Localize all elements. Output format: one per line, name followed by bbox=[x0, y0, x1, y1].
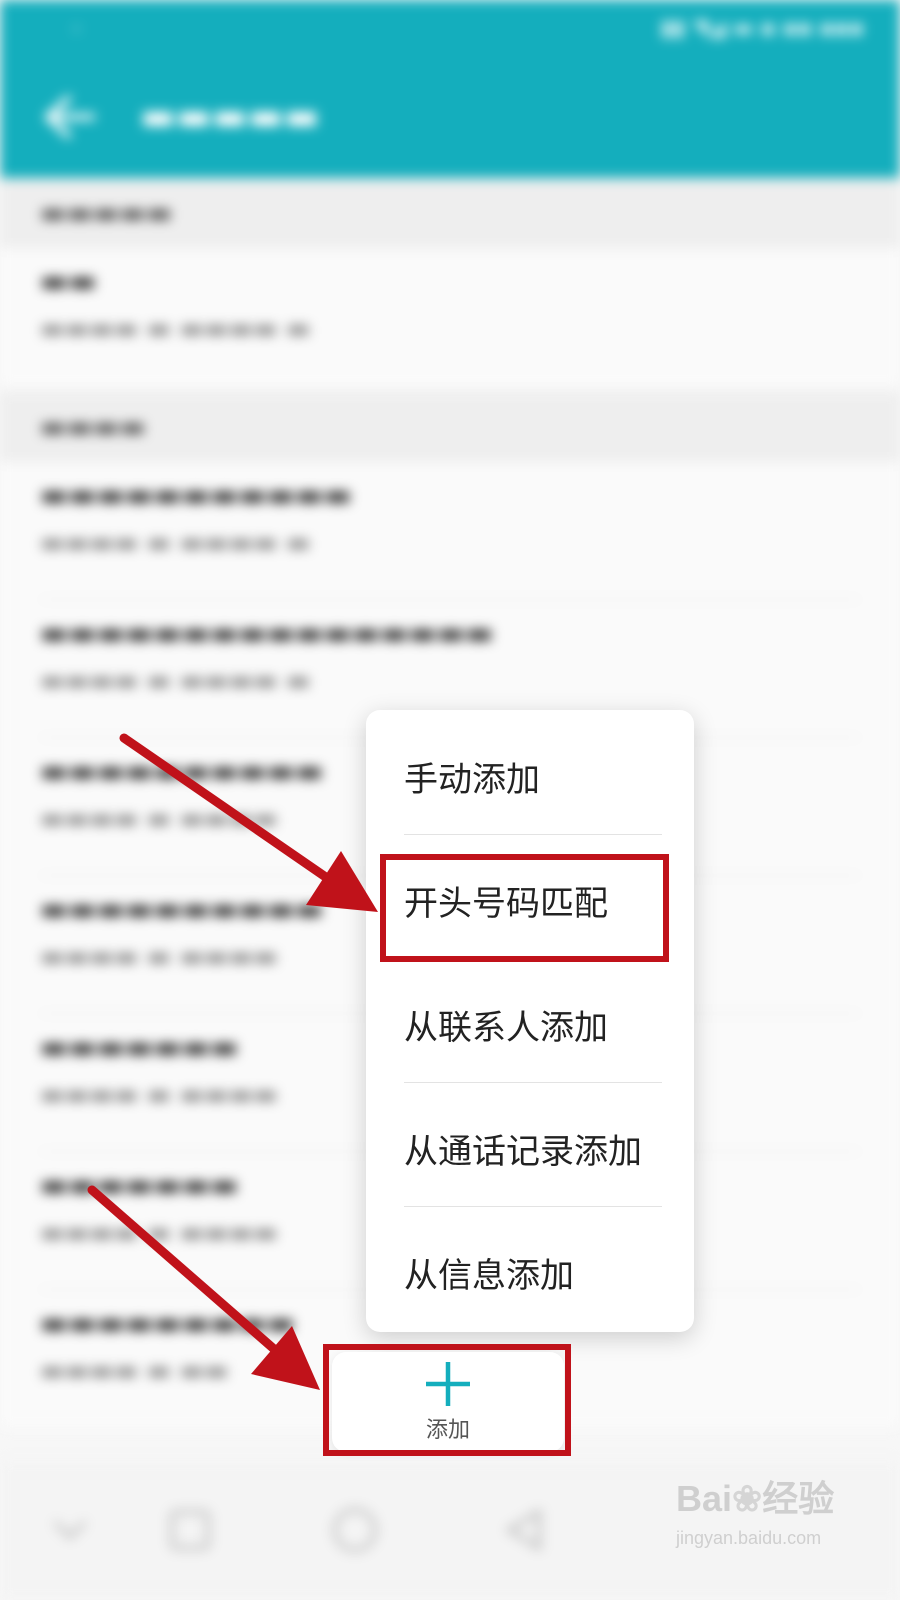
menu-item-label: 从信息添加 bbox=[404, 1256, 574, 1296]
menu-item-manual-add[interactable]: 手动添加 bbox=[404, 710, 664, 834]
hide-nav-chevron-icon[interactable] bbox=[40, 1500, 100, 1560]
menu-item-label: 从通话记录添加 bbox=[404, 1132, 642, 1172]
section-header: ▬▬▬▬ bbox=[0, 392, 900, 462]
menu-item-label: 手动添加 bbox=[404, 760, 540, 800]
menu-item-from-messages[interactable]: 从信息添加 bbox=[404, 1206, 664, 1330]
status-left-icons: ◦ bbox=[70, 18, 83, 43]
status-bar: ◦ ▮▮ ◥◢ ▬ ▪ ▪▪ ▪▪▪ bbox=[0, 0, 900, 60]
page-title: ▬▬▬▬▬ bbox=[140, 94, 320, 138]
highlight-box-add-button bbox=[323, 1344, 571, 1456]
watermark-url: jingyan.baidu.com bbox=[676, 1528, 822, 1548]
home-icon[interactable] bbox=[325, 1500, 385, 1560]
section-header: ▬▬▬▬▬ bbox=[0, 178, 900, 248]
menu-item-from-call-log[interactable]: 从通话记录添加 bbox=[404, 1082, 664, 1206]
back-arrow-icon[interactable] bbox=[40, 92, 100, 142]
watermark-logo: Bai❀经验 bbox=[676, 1478, 835, 1519]
baidu-jingyan-watermark: Bai❀经验 jingyan.baidu.com bbox=[676, 1470, 876, 1570]
menu-item-from-contacts[interactable]: 从联系人添加 bbox=[404, 958, 664, 1082]
menu-item-label: 从联系人添加 bbox=[404, 1008, 608, 1048]
app-bar: ◦ ▮▮ ◥◢ ▬ ▪ ▪▪ ▪▪▪ ▬▬▬▬▬ bbox=[0, 0, 900, 178]
list-item[interactable]: ▬▬ ▬▬▬▬ ▬ ▬▬▬▬ ▬ bbox=[0, 248, 900, 386]
status-right-icons: ▮▮ ◥◢ ▬ ▪ ▪▪ ▪▪▪ bbox=[660, 16, 864, 41]
paw-icon: ❀ bbox=[732, 1478, 763, 1519]
list-item[interactable]: ▬▬▬▬▬▬▬▬▬▬▬ ▬▬▬▬ ▬ ▬▬▬▬ ▬ bbox=[0, 462, 900, 600]
back-triangle-icon[interactable] bbox=[495, 1500, 555, 1560]
highlight-box-prefix-match bbox=[380, 854, 669, 962]
recent-apps-icon[interactable] bbox=[160, 1500, 220, 1560]
add-options-menu: 手动添加 开头号码匹配 从联系人添加 从通话记录添加 从信息添加 bbox=[366, 710, 694, 1332]
